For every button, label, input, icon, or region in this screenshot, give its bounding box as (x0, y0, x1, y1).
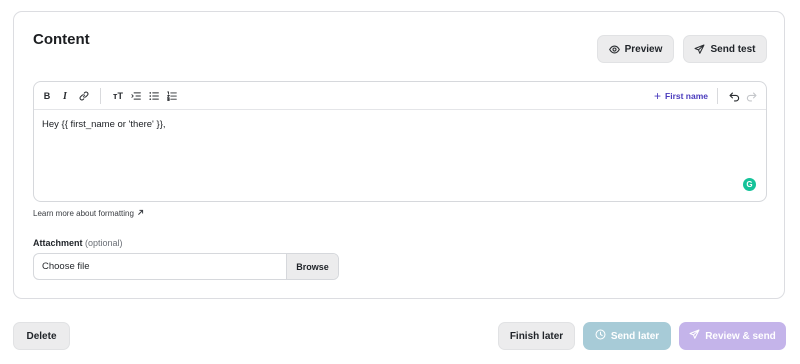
bold-button[interactable]: B (40, 89, 54, 103)
attachment-label: Attachment (optional) (33, 238, 123, 248)
send-later-label: Send later (610, 330, 660, 342)
content-card: Content Preview Send test B I тT + First… (13, 11, 785, 299)
review-send-label: Review & send (705, 330, 776, 342)
preview-label: Preview (624, 43, 663, 55)
undo-icon[interactable] (727, 89, 741, 103)
insert-first-name-button[interactable]: + First name (654, 89, 708, 103)
external-arrow-icon (137, 209, 144, 218)
editor-body-text[interactable]: Hey {{ first_name or 'there' }}, (42, 119, 166, 130)
first-name-label: First name (665, 91, 709, 101)
content-title: Content (33, 31, 90, 48)
numbered-list-icon[interactable] (165, 89, 179, 103)
eye-icon (608, 44, 620, 55)
clock-icon (595, 329, 606, 343)
choose-file-text[interactable]: Choose file (34, 254, 286, 279)
link-icon[interactable] (77, 89, 91, 103)
review-send-button[interactable]: Review & send (679, 322, 786, 350)
redo-icon[interactable] (744, 89, 758, 103)
send-icon (694, 44, 705, 55)
message-editor[interactable]: B I тT + First name Hey {{first_name or… (33, 81, 767, 202)
send-icon (689, 329, 700, 343)
indent-icon[interactable] (129, 89, 143, 103)
delete-button[interactable]: Delete (13, 322, 70, 350)
grammarly-icon[interactable]: G (743, 178, 756, 191)
browse-button[interactable]: Browse (286, 254, 338, 279)
preview-button[interactable]: Preview (597, 35, 674, 63)
learn-more-label: Learn more about formatting (33, 209, 134, 218)
finish-later-label: Finish later (509, 330, 564, 342)
send-test-button[interactable]: Send test (683, 35, 767, 63)
send-test-label: Send test (710, 43, 756, 55)
delete-label: Delete (26, 330, 57, 342)
learn-more-formatting-link[interactable]: Learn more about formatting (33, 209, 144, 218)
bulleted-list-icon[interactable] (147, 89, 161, 103)
toolbar-divider (100, 88, 101, 104)
toolbar-divider-right (717, 88, 718, 104)
finish-later-button[interactable]: Finish later (498, 322, 575, 350)
attachment-optional-text: (optional) (85, 238, 123, 248)
send-later-button[interactable]: Send later (583, 322, 671, 350)
attachment-label-text: Attachment (33, 238, 83, 248)
attachment-file-input[interactable]: Choose file Browse (33, 253, 339, 280)
italic-button[interactable]: I (58, 89, 72, 103)
plus-icon: + (654, 89, 662, 103)
text-size-icon[interactable]: тT (110, 89, 126, 103)
editor-toolbar: B I тT + First name (34, 82, 766, 110)
